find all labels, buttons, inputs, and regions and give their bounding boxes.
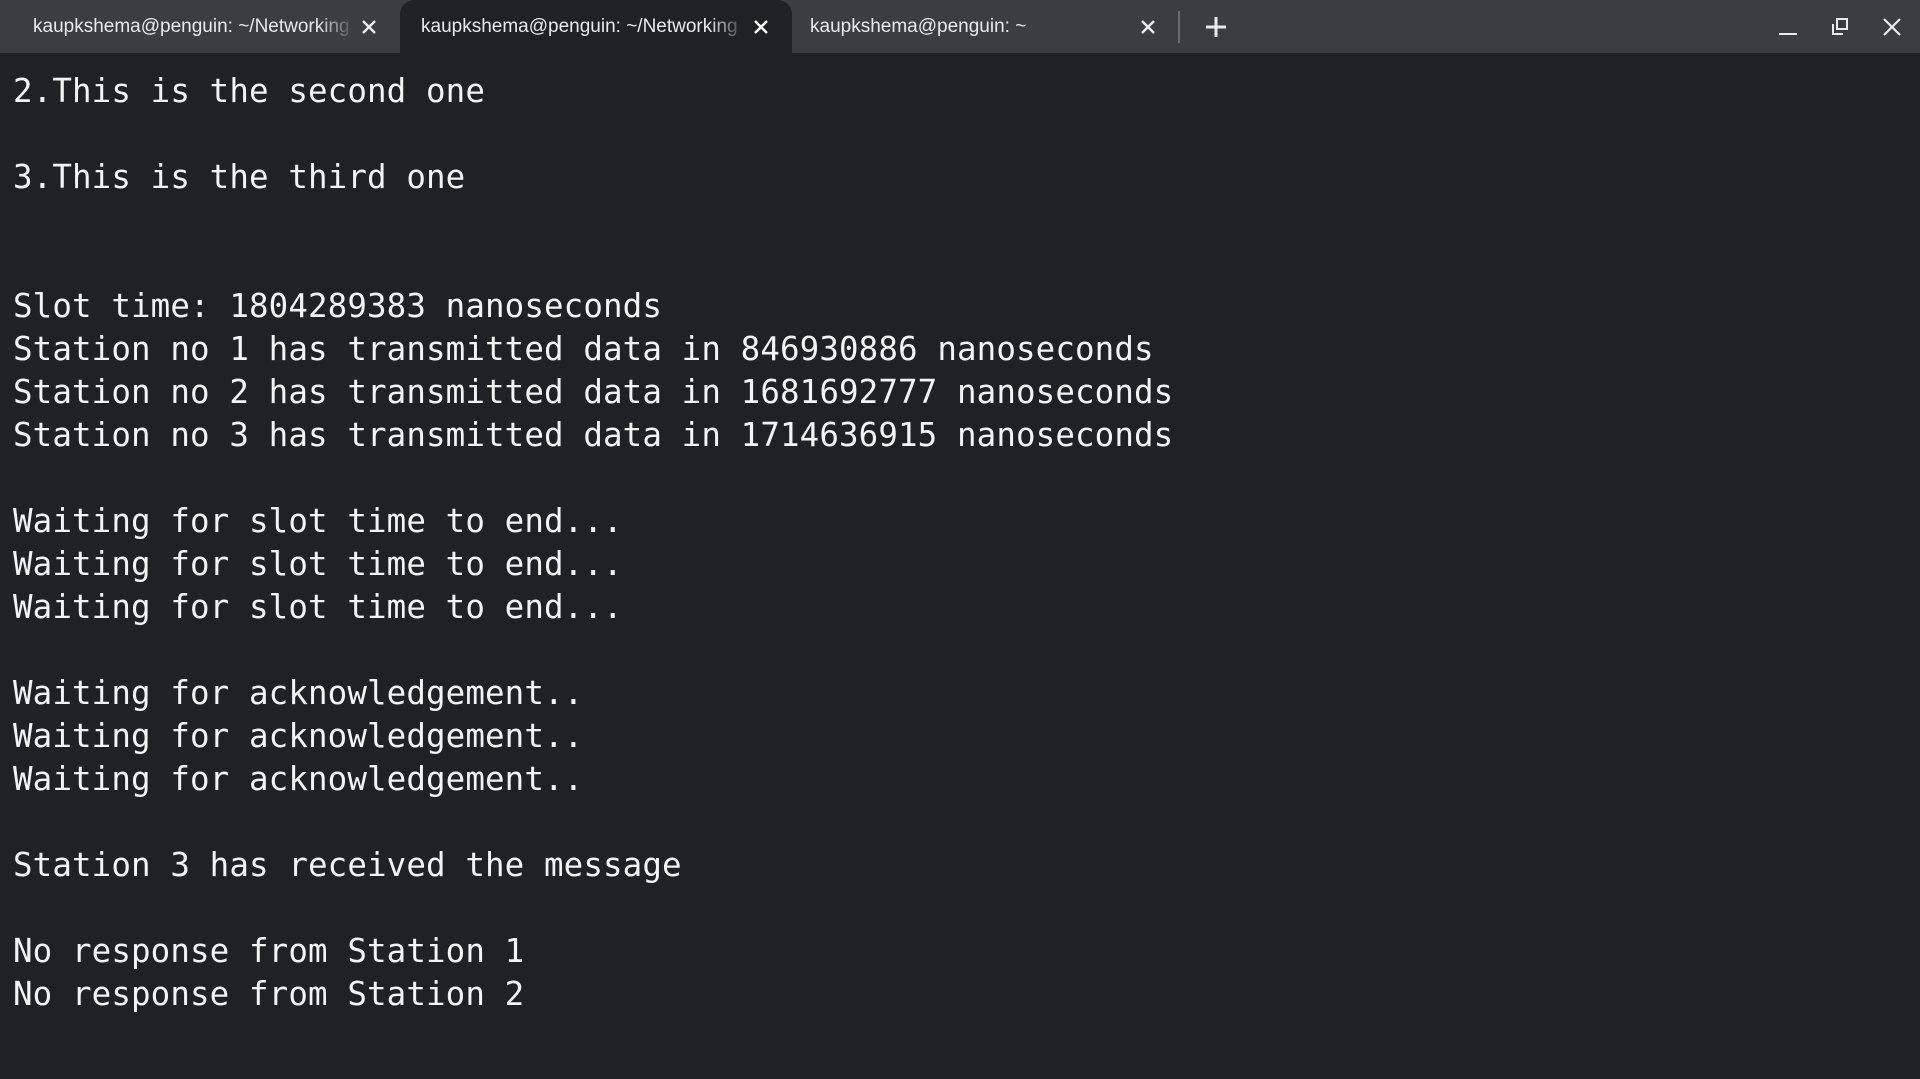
tab-title: kaupkshema@penguin: ~ (810, 15, 1027, 37)
terminal-output[interactable]: 2.This is the second one 3.This is the t… (0, 53, 1920, 1079)
terminal-line: Waiting for slot time to end... (13, 502, 623, 540)
tab-title: kaupkshema@penguin: ~/Networking (33, 15, 350, 37)
terminal-line: Station no 2 has transmitted data in 168… (13, 373, 1174, 411)
terminal-line: No response from Station 1 (13, 932, 525, 970)
restore-button[interactable] (1822, 11, 1858, 43)
terminal-line: Slot time: 1804289383 nanoseconds (13, 287, 662, 325)
terminal-line: Waiting for slot time to end... (13, 588, 623, 626)
terminal-line: Waiting for slot time to end... (13, 545, 623, 583)
terminal-line: Waiting for acknowledgement.. (13, 760, 584, 798)
terminal-line: 3.This is the third one (13, 158, 466, 196)
terminal-line: Waiting for acknowledgement.. (13, 674, 584, 712)
tab-home[interactable]: kaupkshema@penguin: ~ (792, 0, 1179, 53)
close-icon[interactable] (1135, 14, 1161, 40)
restore-icon (1832, 18, 1848, 35)
tab-networking-2-active[interactable]: kaupkshema@penguin: ~/Networking (400, 0, 792, 53)
window-close-button[interactable] (1874, 11, 1910, 43)
tab-title: kaupkshema@penguin: ~/Networking (421, 15, 738, 37)
minimize-button[interactable] (1770, 11, 1806, 43)
terminal-line: 2.This is the second one (13, 72, 485, 110)
close-icon[interactable] (356, 14, 382, 40)
terminal-line: Station no 1 has transmitted data in 846… (13, 330, 1154, 368)
new-tab-button[interactable] (1200, 11, 1232, 43)
terminal-line: Station 3 has received the message (13, 846, 682, 884)
tab-networking-1[interactable]: kaupkshema@penguin: ~/Networking (0, 0, 400, 53)
close-icon[interactable] (748, 14, 774, 40)
terminal-line: Waiting for acknowledgement.. (13, 717, 584, 755)
plus-icon (1206, 17, 1226, 37)
close-icon (1883, 18, 1901, 36)
minimize-icon (1779, 33, 1797, 35)
terminal-line: Station no 3 has transmitted data in 171… (13, 416, 1174, 454)
terminal-line: No response from Station 2 (13, 975, 525, 1013)
tab-bar: kaupkshema@penguin: ~/Networking kaupksh… (0, 0, 1920, 53)
tab-separator (1178, 11, 1180, 43)
